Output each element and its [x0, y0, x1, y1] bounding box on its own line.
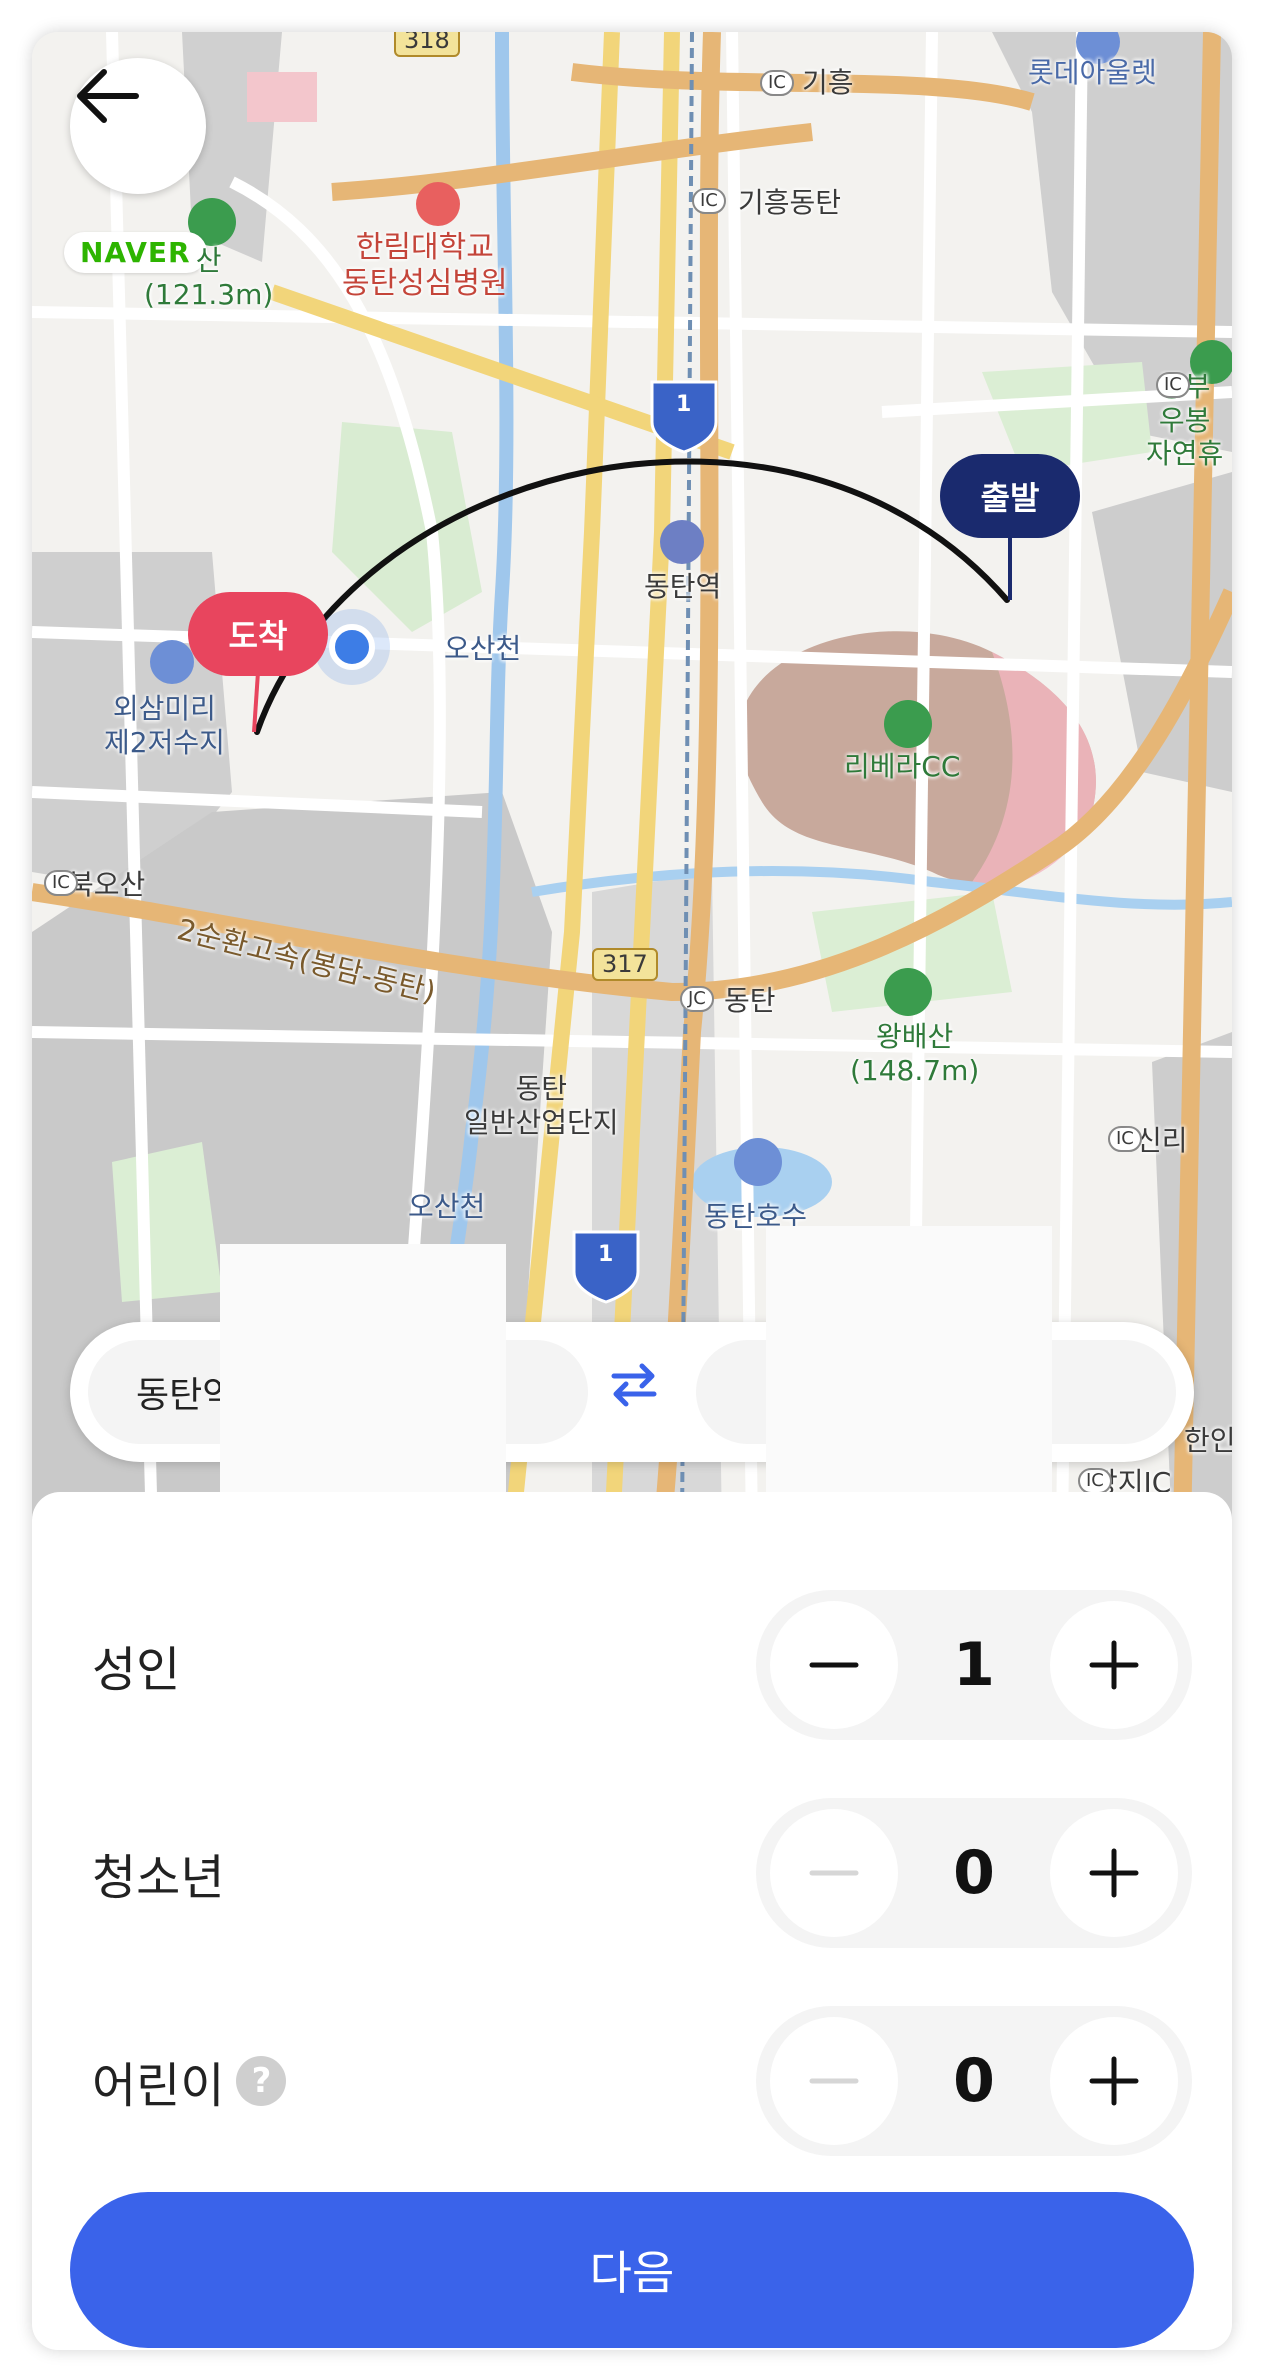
plus-icon	[1089, 1640, 1139, 1690]
youth-stepper: 0	[756, 1798, 1192, 1948]
adult-label: 성인	[92, 1642, 181, 1698]
child-count: 0	[953, 2046, 995, 2116]
osancheon-top-label: 오산천	[444, 632, 522, 665]
road-317-label: 317	[592, 948, 658, 981]
passenger-row-adult: 성인 1	[32, 1590, 1232, 1740]
start-pin[interactable]: 출발	[940, 454, 1080, 538]
ic-badge: IC	[760, 70, 794, 96]
ic-badge: IC	[1078, 1468, 1112, 1494]
passenger-row-youth: 청소년 0	[32, 1798, 1232, 1948]
minus-icon	[809, 1870, 859, 1876]
map-view[interactable]: NAVER 318 기흥 롯데아울렛 기흥동탄 한림대학교 동탄성심병원 산 (…	[32, 32, 1232, 1532]
wangbaesan-label: 왕배산 (148.7m)	[850, 1020, 980, 1087]
highway-1-top-label: 1	[676, 392, 692, 417]
ic-badge: IC	[692, 188, 726, 214]
arrow-left-icon	[77, 69, 139, 123]
plus-icon	[1089, 1848, 1139, 1898]
road-318-label: 318	[394, 32, 460, 57]
youth-label: 청소년	[92, 1850, 225, 1906]
minus-icon	[809, 2078, 859, 2084]
bukosan-label: 북오산	[68, 868, 146, 901]
mountain-label: 산 (121.3m)	[144, 244, 274, 311]
redaction-box	[766, 1226, 1052, 1512]
youth-count: 0	[953, 1838, 995, 1908]
lotte-outlet-label: 롯데아울렛	[1028, 56, 1157, 89]
redaction-box	[220, 1244, 506, 1530]
dongtan-jc-label: 동탄	[724, 984, 776, 1017]
hanil-label: 한인	[1184, 1424, 1232, 1457]
ic-badge: IC	[1108, 1126, 1142, 1152]
plus-icon	[1089, 2056, 1139, 2106]
ic-badge: IC	[1156, 372, 1190, 398]
libera-cc-label: 리베라CC	[844, 750, 961, 783]
adult-minus-button[interactable]	[770, 1601, 898, 1729]
dongtan-industrial-label: 동탄 일반산업단지	[464, 1072, 619, 1139]
giheung-label: 기흥	[802, 66, 854, 99]
adult-plus-button[interactable]	[1050, 1601, 1178, 1729]
child-stepper: 0	[756, 2006, 1192, 2156]
app-frame: NAVER 318 기흥 롯데아울렛 기흥동탄 한림대학교 동탄성심병원 산 (…	[32, 32, 1232, 2350]
youth-minus-button[interactable]	[770, 1809, 898, 1937]
passenger-label: 청소년	[92, 1798, 224, 1948]
dongtan-station-label: 동탄역	[644, 570, 722, 603]
oesammi-label: 외삼미리 제2저수지	[104, 692, 225, 759]
back-button[interactable]	[70, 58, 206, 194]
help-icon[interactable]: ?	[236, 2056, 287, 2106]
highway-1-bottom-label: 1	[598, 1242, 614, 1267]
adult-count: 1	[953, 1630, 995, 1700]
child-label: 어린이	[92, 2058, 225, 2114]
child-minus-button[interactable]	[770, 2017, 898, 2145]
child-plus-button[interactable]	[1050, 2017, 1178, 2145]
youth-plus-button[interactable]	[1050, 1809, 1178, 1937]
hallym-hospital-label: 한림대학교 동탄성심병원	[342, 230, 508, 301]
giheung-dongtan-label: 기흥동탄	[738, 186, 842, 219]
adult-stepper: 1	[756, 1590, 1192, 1740]
passenger-label: 성인	[92, 1590, 180, 1740]
end-pin[interactable]: 도착	[188, 592, 328, 676]
passenger-row-child: 어린이 ? 0	[32, 2006, 1232, 2156]
next-button[interactable]: 다음	[70, 2192, 1194, 2348]
passenger-label: 어린이 ?	[92, 2006, 287, 2156]
jc-badge: JC	[680, 986, 714, 1012]
ic-badge: IC	[44, 870, 78, 896]
osancheon-bottom-label: 오산천	[408, 1190, 486, 1223]
sinri-label: 신리	[1136, 1124, 1188, 1157]
swap-button[interactable]	[606, 1356, 678, 1428]
minus-icon	[809, 1662, 859, 1668]
swap-arrows-icon	[611, 1363, 657, 1407]
